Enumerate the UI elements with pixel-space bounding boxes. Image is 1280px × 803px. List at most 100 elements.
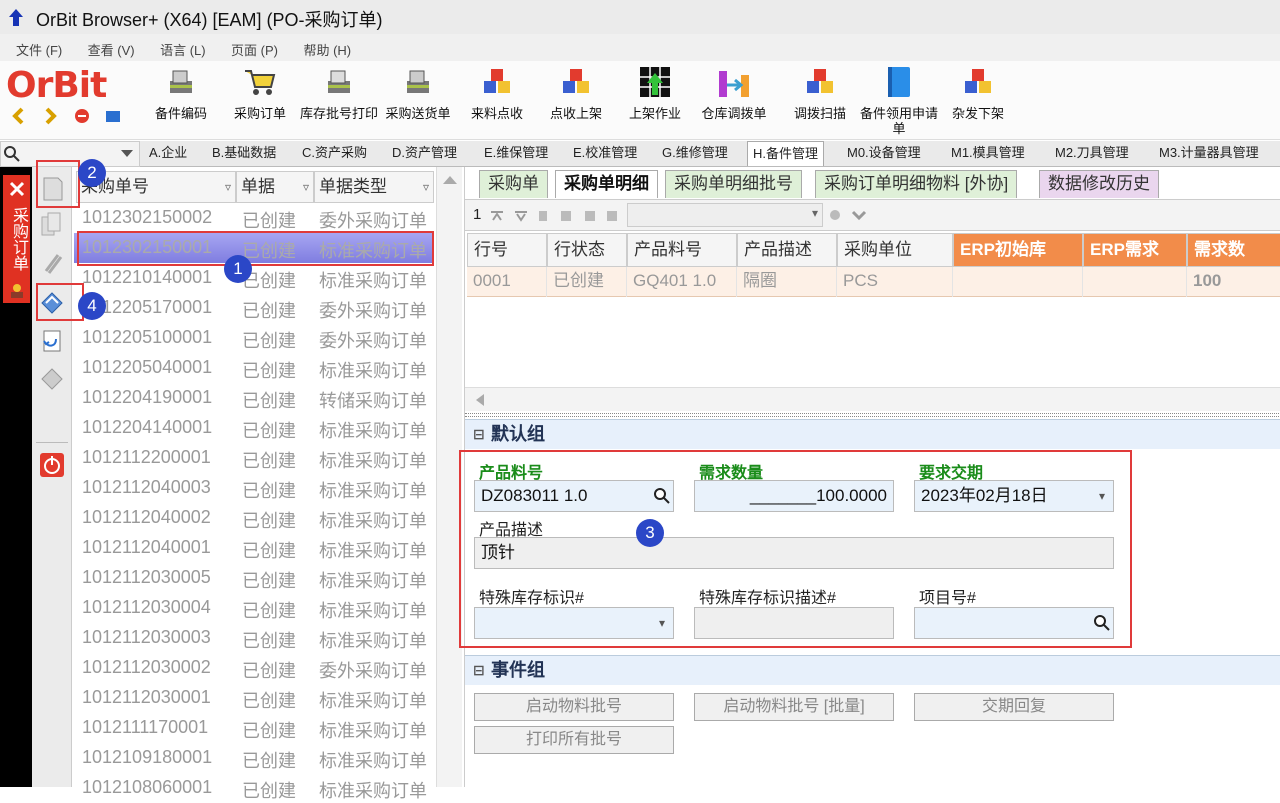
menu-view[interactable]: 查看 (V) xyxy=(88,40,135,59)
table-row[interactable]: 1012109180001 已创建 标准采购订单 xyxy=(74,743,434,773)
toolbar-button-spare-requisition[interactable]: 备件领用申请单 xyxy=(860,65,938,136)
chevron-down-icon[interactable] xyxy=(121,150,133,158)
table-row[interactable]: 1012205040001 已创建 标准采购订单 xyxy=(74,353,434,383)
chevron-down-icon[interactable]: ▾ xyxy=(812,206,818,220)
grid-nav-icons[interactable] xyxy=(489,208,624,224)
grid-header-product-desc[interactable]: 产品描述 xyxy=(737,233,837,267)
delete-record-icon[interactable] xyxy=(38,365,66,393)
table-row[interactable]: 1012112040001 已创建 标准采购订单 xyxy=(74,533,434,563)
column-header-doc-type[interactable]: 单据类型 ▿ xyxy=(314,171,434,203)
start-lot-batch-button[interactable]: 启动物料批号 [批量] xyxy=(694,693,894,721)
tab-tool-management[interactable]: M2.刀具管理 xyxy=(1050,141,1134,166)
default-group-header[interactable]: ⊟ 默认组 xyxy=(465,419,1280,449)
tab-equipment-management[interactable]: M0.设备管理 xyxy=(842,141,926,166)
toolbar-button-delivery-note[interactable]: 采购送货单 xyxy=(379,65,457,121)
menu-language[interactable]: 语言 (L) xyxy=(160,40,206,59)
delivery-reply-button[interactable]: 交期回复 xyxy=(914,693,1114,721)
tab-enterprise[interactable]: A.企业 xyxy=(144,141,192,166)
toolbar-button-purchase-order[interactable]: 采购订单 xyxy=(221,65,299,121)
toolbar-button-warehouse-transfer[interactable]: 仓库调拨单 xyxy=(695,65,773,121)
grid-header-erp-initial-stock[interactable]: ERP初始库 xyxy=(953,233,1083,267)
menu-file[interactable]: 文件 (F) xyxy=(16,40,62,59)
transfer-icon xyxy=(719,71,749,97)
table-row[interactable]: 1012112040002 已创建 标准采购订单 xyxy=(74,503,434,533)
toolbar-button-incoming-receipt[interactable]: 来料点收 xyxy=(458,65,536,121)
collapse-icon[interactable]: ⊟ xyxy=(473,420,485,448)
column-header-status[interactable]: 单据 ▿ xyxy=(236,171,314,203)
table-cell: 已创建 xyxy=(242,541,296,561)
table-cell: 标准采购订单 xyxy=(319,571,427,591)
annotation-badge-1: 1 xyxy=(224,255,252,283)
table-row[interactable]: 1012204190001 已创建 转储采购订单 xyxy=(74,383,434,413)
filter-icon[interactable]: ▿ xyxy=(225,172,231,202)
cart-icon xyxy=(245,70,276,95)
menu-page[interactable]: 页面 (P) xyxy=(231,40,278,59)
table-cell: 1012112040003 xyxy=(82,477,211,497)
table-row[interactable]: 1012112040003 已创建 标准采购订单 xyxy=(74,473,434,503)
annotation-badge-2: 2 xyxy=(78,159,106,187)
toolbar-button-transfer-scan[interactable]: 调拨扫描 xyxy=(781,65,859,121)
grid-header-line-status[interactable]: 行状态 xyxy=(547,233,627,267)
table-row[interactable]: 1012112030005 已创建 标准采购订单 xyxy=(74,563,434,593)
tab-maintenance-management[interactable]: E.维保管理 xyxy=(479,141,553,166)
filter-icon[interactable]: ▿ xyxy=(423,172,429,202)
grid-cell: PCS xyxy=(837,267,953,297)
menu-help[interactable]: 帮助 (H) xyxy=(303,40,351,59)
table-cell: 1012210140001 xyxy=(82,267,213,287)
scroll-up-icon[interactable] xyxy=(443,175,457,185)
toolbar-button-spare-code[interactable]: 备件编码 xyxy=(142,65,220,121)
cubes-icon xyxy=(965,69,991,93)
toolbar-button-misc-issue[interactable]: 杂发下架 xyxy=(939,65,1017,121)
splitter[interactable] xyxy=(465,413,1280,417)
vertical-tab-purchase-order[interactable]: 采购订单 xyxy=(3,175,30,303)
table-row[interactable]: 1012205100001 已创建 委外采购订单 xyxy=(74,323,434,353)
tab-asset-management[interactable]: D.资产管理 xyxy=(387,141,462,166)
grid-header-purchase-unit[interactable]: 采购单位 xyxy=(837,233,953,267)
copy-record-icon[interactable] xyxy=(38,211,66,239)
filter-icon[interactable]: ▿ xyxy=(303,172,309,202)
toolbar-button-receipt-shelving[interactable]: 点收上架 xyxy=(537,65,615,121)
table-cell: 标准采购订单 xyxy=(319,781,427,801)
event-group-header[interactable]: ⊟ 事件组 xyxy=(465,655,1280,685)
tab-purchase-order[interactable]: 采购单 xyxy=(479,170,548,198)
toolbar-button-shelving-job[interactable]: 上架作业 xyxy=(616,65,694,121)
tab-po-detail-lot[interactable]: 采购单明细批号 xyxy=(665,170,802,198)
tab-po-detail-material[interactable]: 采购订单明细物料 [外协] xyxy=(815,170,1018,198)
tab-mold-management[interactable]: M1.模具管理 xyxy=(946,141,1030,166)
collapse-icon[interactable]: ⊟ xyxy=(473,656,485,684)
power-icon[interactable] xyxy=(38,451,66,479)
tab-data-history[interactable]: 数据修改历史 xyxy=(1039,170,1159,198)
tab-asset-purchase[interactable]: C.资产采购 xyxy=(297,141,372,166)
table-row[interactable]: 1012204140001 已创建 标准采购订单 xyxy=(74,413,434,443)
tab-spare-parts-management[interactable]: H.备件管理 xyxy=(747,141,825,166)
table-row[interactable]: 1012112030004 已创建 标准采购订单 xyxy=(74,593,434,623)
close-icon[interactable] xyxy=(9,181,25,197)
tab-basic-data[interactable]: B.基础数据 xyxy=(207,141,281,166)
print-all-lots-button[interactable]: 打印所有批号 xyxy=(474,726,674,754)
tab-repair-management[interactable]: G.维修管理 xyxy=(657,141,733,166)
table-row[interactable]: 1012111170001 已创建 标准采购订单 xyxy=(74,713,434,743)
grid-header-line-no[interactable]: 行号 xyxy=(467,233,547,267)
grid-search-icons[interactable] xyxy=(829,208,869,224)
horizontal-scrollbar[interactable] xyxy=(465,387,1280,411)
table-row[interactable]: 1012112030001 已创建 标准采购订单 xyxy=(74,683,434,713)
grid-header-erp-demand[interactable]: ERP需求 xyxy=(1083,233,1187,267)
undo-icon[interactable] xyxy=(38,327,66,355)
table-row[interactable]: 1012112030002 已创建 委外采购订单 xyxy=(74,653,434,683)
start-lot-button[interactable]: 启动物料批号 xyxy=(474,693,674,721)
table-row[interactable]: 1012112030003 已创建 标准采购订单 xyxy=(74,623,434,653)
attachment-icon[interactable] xyxy=(38,249,66,277)
toolbar-button-stock-lot-print[interactable]: 库存批号打印 xyxy=(300,65,378,121)
table-row[interactable]: 1012108060001 已创建 标准采购订单 xyxy=(74,773,434,803)
table-row[interactable]: 1012210140001 已创建 标准采购订单 xyxy=(74,263,434,293)
table-row[interactable]: 1012112200001 已创建 标准采购订单 xyxy=(74,443,434,473)
table-row[interactable]: 1012302150002 已创建 委外采购订单 xyxy=(74,203,434,233)
tab-gauge-management[interactable]: M3.计量器具管理 xyxy=(1154,141,1264,166)
table-row[interactable]: 1012205170001 已创建 委外采购订单 xyxy=(74,293,434,323)
tab-po-detail[interactable]: 采购单明细 xyxy=(555,170,658,198)
grid-filter-select[interactable]: ▾ xyxy=(627,203,823,227)
grid-header-product-code[interactable]: 产品料号 xyxy=(627,233,737,267)
grid-header-demand-qty[interactable]: 需求数 xyxy=(1187,233,1280,267)
scroll-left-icon[interactable] xyxy=(475,394,485,406)
tab-calibration-management[interactable]: E.校准管理 xyxy=(568,141,642,166)
